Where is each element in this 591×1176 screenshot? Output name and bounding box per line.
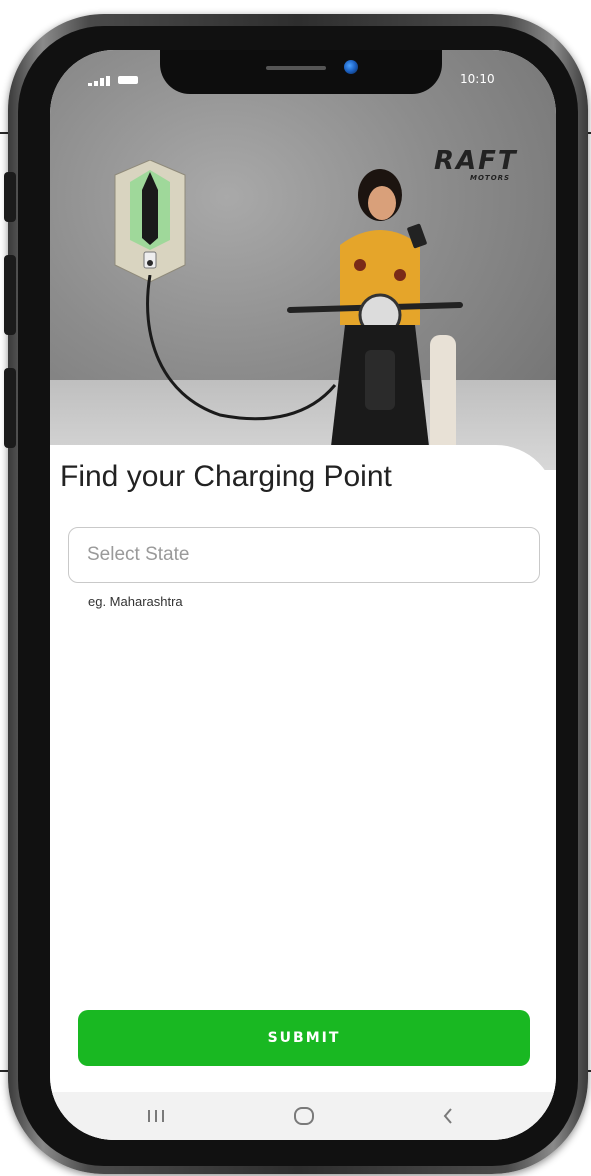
- hero-image: 10:10 RAFT MOTORS: [50, 50, 556, 470]
- recents-icon: [148, 1110, 164, 1122]
- phone-notch: [160, 50, 442, 94]
- stage: 10:10 RAFT MOTORS Find your Charging Poi…: [0, 0, 591, 1176]
- brand-logo-subtitle: MOTORS: [470, 174, 511, 182]
- battery-icon: [118, 76, 138, 84]
- brand-logo: RAFT: [434, 146, 518, 176]
- select-state-input[interactable]: [68, 527, 540, 583]
- recents-button[interactable]: [126, 1092, 186, 1140]
- state-hint: eg. Maharashtra: [88, 594, 183, 609]
- back-button[interactable]: [418, 1092, 478, 1140]
- submit-button[interactable]: SUBMIT: [78, 1010, 530, 1066]
- back-icon: [443, 1108, 452, 1124]
- navigation-bar: [50, 1092, 556, 1140]
- phone-side-button: [4, 255, 16, 335]
- home-button[interactable]: [274, 1092, 334, 1140]
- phone-side-button: [4, 368, 16, 448]
- phone-screen: 10:10 RAFT MOTORS Find your Charging Poi…: [50, 50, 556, 1140]
- speaker-icon: [266, 66, 326, 70]
- home-icon: [294, 1107, 314, 1125]
- phone-side-button: [4, 172, 16, 222]
- scooter-rider-illustration: [287, 169, 463, 455]
- camera-icon: [344, 60, 358, 74]
- status-time: 10:10: [460, 72, 495, 86]
- signal-icon: [88, 76, 110, 86]
- page-title: Find your Charging Point: [60, 460, 392, 493]
